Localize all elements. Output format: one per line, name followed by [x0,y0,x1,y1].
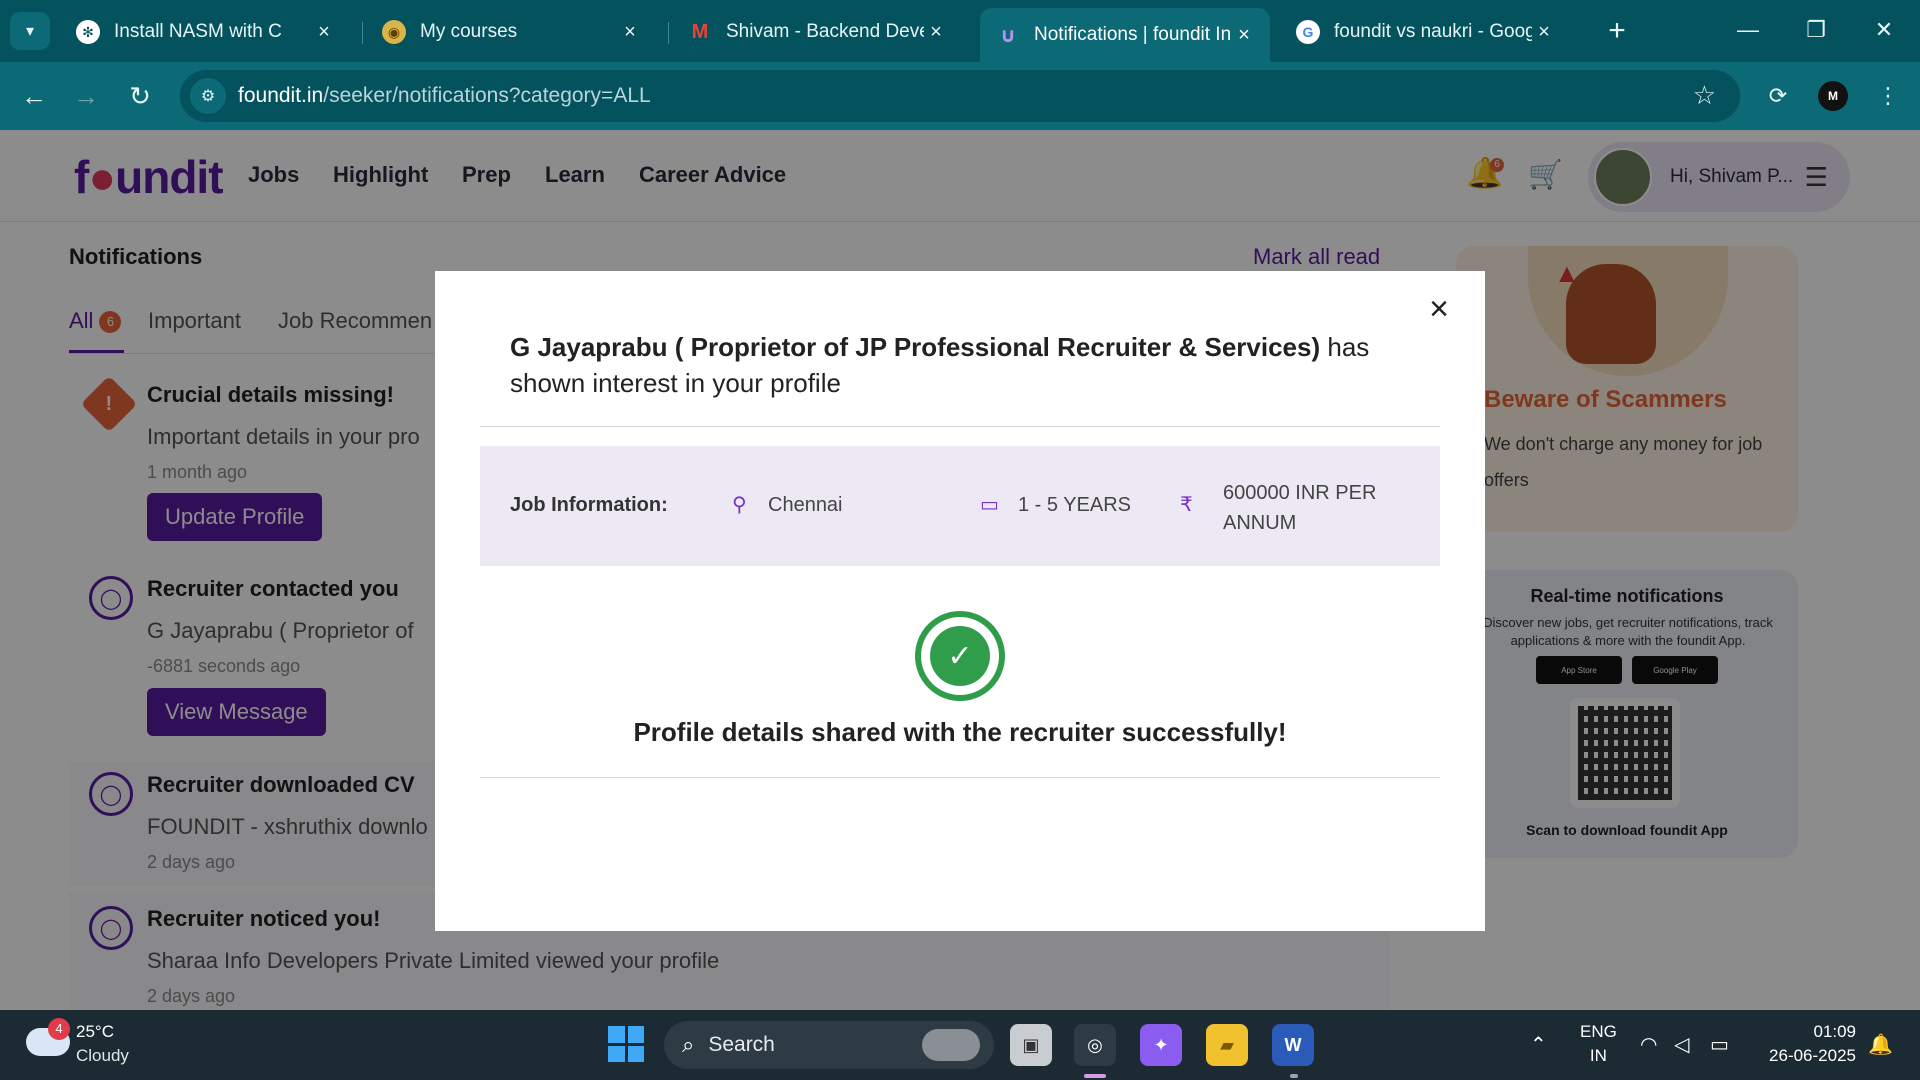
performance-icon[interactable]: ⟳ [1760,78,1796,114]
close-icon[interactable]: × [924,21,948,44]
active-app-indicator [1084,1074,1106,1078]
profile-avatar-icon[interactable]: M [1818,81,1848,111]
search-highlight-image [922,1029,980,1061]
success-check-icon: ✓ [915,611,1005,701]
plus-icon: + [1608,14,1626,47]
divider [480,426,1440,427]
forward-button[interactable]: → [66,76,106,116]
kebab-menu-icon[interactable]: ⋮ [1870,78,1906,114]
battery-icon[interactable]: ▭ [1710,1032,1729,1057]
search-label: Search [708,1033,775,1056]
lang-primary: ENG [1580,1022,1617,1041]
tab-separator [362,22,363,44]
tab-title: Install NASM with C [114,21,282,42]
url-path: /seeker/notifications?category=ALL [323,84,651,107]
tab-install-nasm[interactable]: ✻ Install NASM with C × [60,10,350,54]
tab-title: Shivam - Backend Develo [726,21,924,42]
lang-secondary: IN [1589,1046,1607,1065]
job-info-label: Job Information: [510,494,668,516]
restore-icon: ❐ [1806,17,1826,42]
volume-icon[interactable]: ◁ [1674,1032,1689,1057]
url-text[interactable]: foundit.in/seeker/notifications?category… [238,84,651,108]
running-app-indicator [1290,1074,1298,1078]
job-information-box: Job Information: ⚲ Chennai ▭ 1 - 5 YEARS… [480,446,1440,566]
recruiter-interest-modal: × G Jayaprabu ( Proprietor of JP Profess… [435,271,1485,931]
tab-title: foundit vs naukri - Googl [1334,21,1532,42]
modal-heading: G Jayaprabu ( Proprietor of JP Professio… [510,329,1370,401]
bookmark-star-icon[interactable]: ☆ [1693,80,1716,111]
wifi-icon[interactable]: ◠ [1640,1032,1657,1057]
close-window-button[interactable]: ✕ [1854,10,1914,50]
input-language[interactable]: ENG IN [1580,1020,1617,1068]
job-experience: 1 - 5 YEARS [1018,494,1132,516]
weather-temperature[interactable]: 25°C [76,1022,114,1042]
clock-time: 01:09 [1813,1022,1856,1041]
tab-my-courses[interactable]: ◉ My courses × [366,10,656,54]
briefcase-icon: ▭ [980,494,999,516]
tab-foundit-notifications[interactable]: ∪ Notifications | foundit Inc × [980,8,1270,62]
windows-start-icon[interactable] [608,1026,644,1062]
tab-title: My courses [420,21,518,42]
foundit-icon: ∪ [999,24,1017,47]
close-icon[interactable]: × [618,21,642,44]
tab-gmail[interactable]: M Shivam - Backend Develo × [672,10,962,54]
tab-list-button[interactable]: ▾ [10,12,50,50]
reload-icon: ↻ [129,80,151,111]
google-icon: G [1296,20,1320,44]
gmail-icon: M [691,20,709,43]
rupee-icon: ₹ [1180,494,1193,516]
clock-date: 26-06-2025 [1769,1046,1856,1065]
copilot-icon[interactable]: ✦ [1140,1024,1182,1066]
minimize-button[interactable]: — [1718,10,1778,50]
windows-taskbar: 4 25°C Cloudy ⌕ Search ▣ ◎ ✦ ▰ W ⌃ ENG IN… [0,1010,1920,1080]
minimize-icon: — [1737,17,1759,42]
success-message: Profile details shared with the recruite… [633,717,1287,747]
chrome-icon[interactable]: ◎ [1074,1024,1116,1066]
recruiter-name: G Jayaprabu ( Proprietor of JP Professio… [510,332,1321,362]
back-button[interactable]: ← [14,76,54,116]
taskbar-search[interactable]: ⌕ Search [664,1021,994,1069]
close-icon[interactable]: × [1421,291,1457,327]
chevron-down-icon: ▾ [25,23,35,40]
arrow-right-icon: → [73,80,99,111]
browser-toolbar: ← → ↻ ⚙ foundit.in/seeker/notifications?… [0,62,1920,130]
address-bar[interactable]: ⚙ foundit.in/seeker/notifications?catego… [180,70,1740,122]
notifications-bell-icon[interactable]: 🔔 [1868,1032,1893,1057]
close-icon[interactable]: × [1232,24,1256,47]
tab-title: Notifications | foundit Inc [1034,24,1232,45]
new-tab-button[interactable]: + [1598,12,1636,50]
site-info-icon[interactable]: ⚙ [190,78,226,114]
close-icon[interactable]: × [312,21,336,44]
weather-badge: 4 [48,1018,70,1040]
courses-icon: ◉ [382,20,406,44]
close-icon[interactable]: × [1532,21,1556,44]
job-location: Chennai [768,494,843,516]
word-icon[interactable]: W [1272,1024,1314,1066]
browser-tab-bar: ▾ ✻ Install NASM with C × ◉ My courses ×… [0,0,1920,62]
job-salary: 600000 INR PER ANNUM [1223,482,1377,534]
checkmark-icon: ✓ [930,626,990,686]
reload-button[interactable]: ↻ [120,76,160,116]
tab-separator [668,22,669,44]
page-content: f●undit Jobs Highlight Prep Learn Career… [0,130,1920,1010]
chevron-up-icon[interactable]: ⌃ [1530,1032,1547,1057]
weather-description[interactable]: Cloudy [76,1046,129,1066]
url-host: foundit.in [238,84,324,107]
divider [480,777,1440,778]
arrow-left-icon: ← [21,80,47,111]
file-explorer-icon[interactable]: ▰ [1206,1024,1248,1066]
openai-icon: ✻ [76,20,100,44]
search-icon: ⌕ [682,1032,695,1057]
system-clock[interactable]: 01:09 26-06-2025 [1760,1020,1856,1068]
tab-google-search[interactable]: G foundit vs naukri - Googl × [1280,10,1570,54]
restore-button[interactable]: ❐ [1786,10,1846,50]
close-icon: ✕ [1874,17,1894,42]
task-view-icon[interactable]: ▣ [1010,1024,1052,1066]
location-pin-icon: ⚲ [732,494,747,516]
